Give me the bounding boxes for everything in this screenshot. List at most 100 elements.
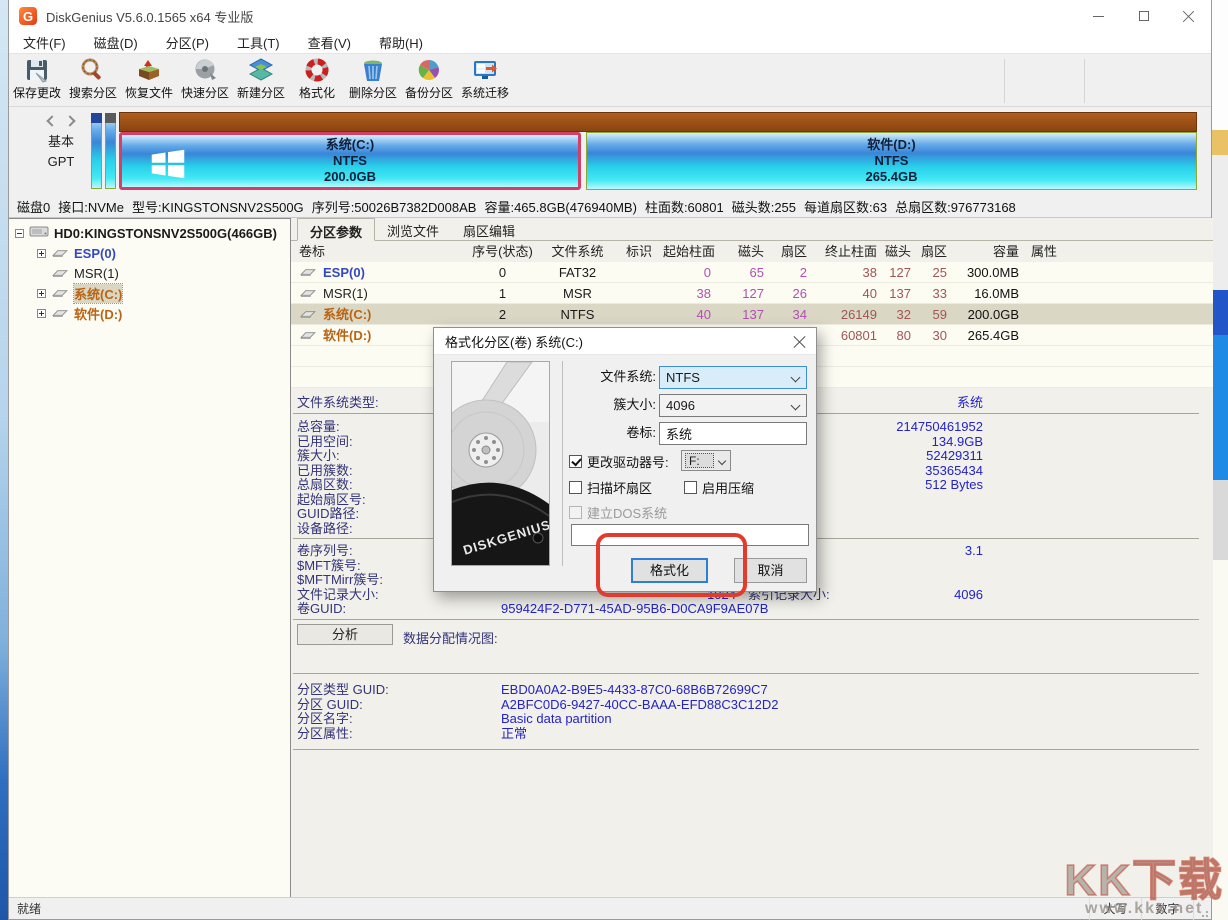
table-cell: ESP(0) <box>323 262 365 282</box>
menu-partition[interactable]: 分区(P) <box>152 33 223 52</box>
menu-disk[interactable]: 磁盘(D) <box>80 33 152 52</box>
col-header[interactable]: 起始柱面 <box>663 241 717 262</box>
menu-file[interactable]: 文件(F) <box>9 33 80 52</box>
tab-sector-edit[interactable]: 扇区编辑 <box>451 218 527 241</box>
table-cell: 127 <box>883 262 915 282</box>
backup-partition-button[interactable]: 备份分区 <box>401 55 457 105</box>
annotation-highlight-box <box>596 533 747 597</box>
expand-icon[interactable] <box>37 289 46 298</box>
info-label: 簇大小: <box>297 449 340 463</box>
status-caps-indicator: 大写 <box>1089 898 1141 920</box>
disk-info-item: 接口:NVMe <box>58 197 124 216</box>
col-header[interactable]: 属性 <box>1025 241 1073 262</box>
tab-partition-params[interactable]: 分区参数 <box>297 218 375 241</box>
disk-extent-bar[interactable] <box>119 112 1197 132</box>
analyze-button[interactable]: 分析 <box>297 624 393 645</box>
disk-graph: 系统(C:) NTFS 200.0GB 软件(D:) NTFS 265.4GB <box>119 112 1197 190</box>
filesystem-select[interactable]: NTFS <box>659 366 807 389</box>
info-label: 分区类型 GUID: <box>297 683 389 697</box>
resize-grip[interactable] <box>1193 898 1211 920</box>
table-cell: 系统(C:) <box>323 304 371 324</box>
background-window-strip <box>1212 0 1228 920</box>
quick-partition-button[interactable]: 快速分区 <box>177 55 233 105</box>
tree-item-label: HD0:KINGSTONSNV2S500G(466GB) <box>54 226 277 241</box>
expand-icon[interactable] <box>37 249 46 258</box>
tree-item-label: ESP(0) <box>74 246 116 261</box>
menu-bar: 文件(F) 磁盘(D) 分区(P) 工具(T) 查看(V) 帮助(H) <box>9 32 1211 54</box>
col-header[interactable]: 磁头 <box>883 241 915 262</box>
col-header[interactable]: 扇区 <box>770 241 813 262</box>
change-drive-letter-checkbox[interactable]: 更改驱动器号: <box>569 452 669 471</box>
col-header[interactable]: 卷标 <box>291 241 465 262</box>
recover-files-button[interactable]: 恢复文件 <box>121 55 177 105</box>
disk-info-item: 总扇区数:976773168 <box>895 197 1016 216</box>
tab-browse-files[interactable]: 浏览文件 <box>375 218 451 241</box>
format-button-toolbar[interactable]: 格式化 <box>289 55 345 105</box>
info-label: $MFT簇号: <box>297 559 361 573</box>
col-header[interactable]: 文件系统 <box>540 241 615 262</box>
minimize-button[interactable] <box>1076 0 1121 32</box>
info-value: 35365434 <box>925 464 983 478</box>
save-changes-button[interactable]: 保存更改 <box>9 55 65 105</box>
tree-item-esp[interactable]: ESP(0) <box>9 243 290 263</box>
checkbox-label: 建立DOS系统 <box>587 503 667 522</box>
format-icon <box>304 57 330 86</box>
tree-item-label: 系统(C:) <box>74 284 122 303</box>
col-header[interactable]: 磁头 <box>717 241 770 262</box>
maximize-button[interactable] <box>1121 0 1166 32</box>
menu-view[interactable]: 查看(V) <box>294 33 365 52</box>
toolbar-label: 备份分区 <box>405 86 453 100</box>
tree-item-soft-d[interactable]: 软件(D:) <box>9 303 290 323</box>
scan-bad-sectors-checkbox[interactable]: 扫描坏扇区 <box>569 478 652 497</box>
mini-partition-msr[interactable] <box>105 113 116 189</box>
new-partition-button[interactable]: 新建分区 <box>233 55 289 105</box>
tree-item-system-c[interactable]: 系统(C:) <box>9 283 290 303</box>
volname-label: 卷标: <box>561 422 656 444</box>
table-cell: NTFS <box>540 304 615 324</box>
col-header[interactable]: 扇区 <box>915 241 953 262</box>
tree-item-msr[interactable]: MSR(1) <box>9 263 290 283</box>
expand-icon[interactable] <box>37 309 46 318</box>
info-value: Basic data partition <box>501 712 612 726</box>
menu-tools[interactable]: 工具(T) <box>223 33 294 52</box>
info-value: 4096 <box>954 588 983 602</box>
col-header[interactable]: 序号(状态) <box>465 241 540 262</box>
menu-help[interactable]: 帮助(H) <box>365 33 437 52</box>
system-migrate-button[interactable]: 系统迁移 <box>457 55 513 105</box>
dialog-title: 格式化分区(卷) 系统(C:) <box>445 332 583 351</box>
chevron-down-icon <box>791 373 801 383</box>
partition-box-system-c[interactable]: 系统(C:) NTFS 200.0GB <box>119 132 581 190</box>
table-cell: 137 <box>717 304 770 324</box>
col-header[interactable]: 终止柱面 <box>813 241 883 262</box>
dialog-close-icon[interactable] <box>792 334 808 350</box>
info-label: GUID路径: <box>297 507 359 521</box>
table-cell: 38 <box>663 283 717 303</box>
delete-partition-button[interactable]: 删除分区 <box>345 55 401 105</box>
partition-row-msr[interactable]: MSR(1) 1 MSR 38 127 26 40 137 33 16.0MB <box>291 283 1213 304</box>
table-cell: 2 <box>465 304 540 324</box>
toolbar-label: 保存更改 <box>13 86 61 100</box>
volume-guid-value: 959424F2-D771-45AD-95B6-D0CA9F9AE07B <box>501 602 768 616</box>
toolbar-label: 格式化 <box>299 86 335 100</box>
partition-box-soft-d[interactable]: 软件(D:) NTFS 265.4GB <box>586 132 1197 190</box>
tree-item-disk-root[interactable]: HD0:KINGSTONSNV2S500G(466GB) <box>9 223 290 243</box>
save-changes-icon <box>24 57 50 86</box>
info-label: 文件记录大小: <box>297 588 379 602</box>
cluster-size-select[interactable]: 4096 <box>659 394 807 417</box>
col-header[interactable]: 容量 <box>953 241 1025 262</box>
partition-row-esp[interactable]: ESP(0) 0 FAT32 0 65 2 38 127 25 300.0MB <box>291 262 1213 283</box>
table-cell: 软件(D:) <box>323 325 371 345</box>
close-button[interactable] <box>1166 0 1211 32</box>
partition-name: 软件(D:) <box>865 137 917 153</box>
enable-compression-checkbox[interactable]: 启用压缩 <box>684 478 754 497</box>
collapse-icon[interactable] <box>15 229 24 238</box>
prev-disk-icon[interactable] <box>46 115 57 126</box>
partition-row-system-selected[interactable]: 系统(C:) 2 NTFS 40 137 34 26149 32 59 200.… <box>291 304 1213 325</box>
drive-letter-select[interactable]: F: <box>681 450 731 471</box>
col-header[interactable]: 标识 <box>615 241 663 262</box>
next-disk-icon[interactable] <box>64 115 75 126</box>
mini-partition-esp[interactable] <box>91 113 102 189</box>
toolbar-label: 搜索分区 <box>69 86 117 100</box>
volume-name-input[interactable] <box>659 422 807 445</box>
search-partition-button[interactable]: 搜索分区 <box>65 55 121 105</box>
